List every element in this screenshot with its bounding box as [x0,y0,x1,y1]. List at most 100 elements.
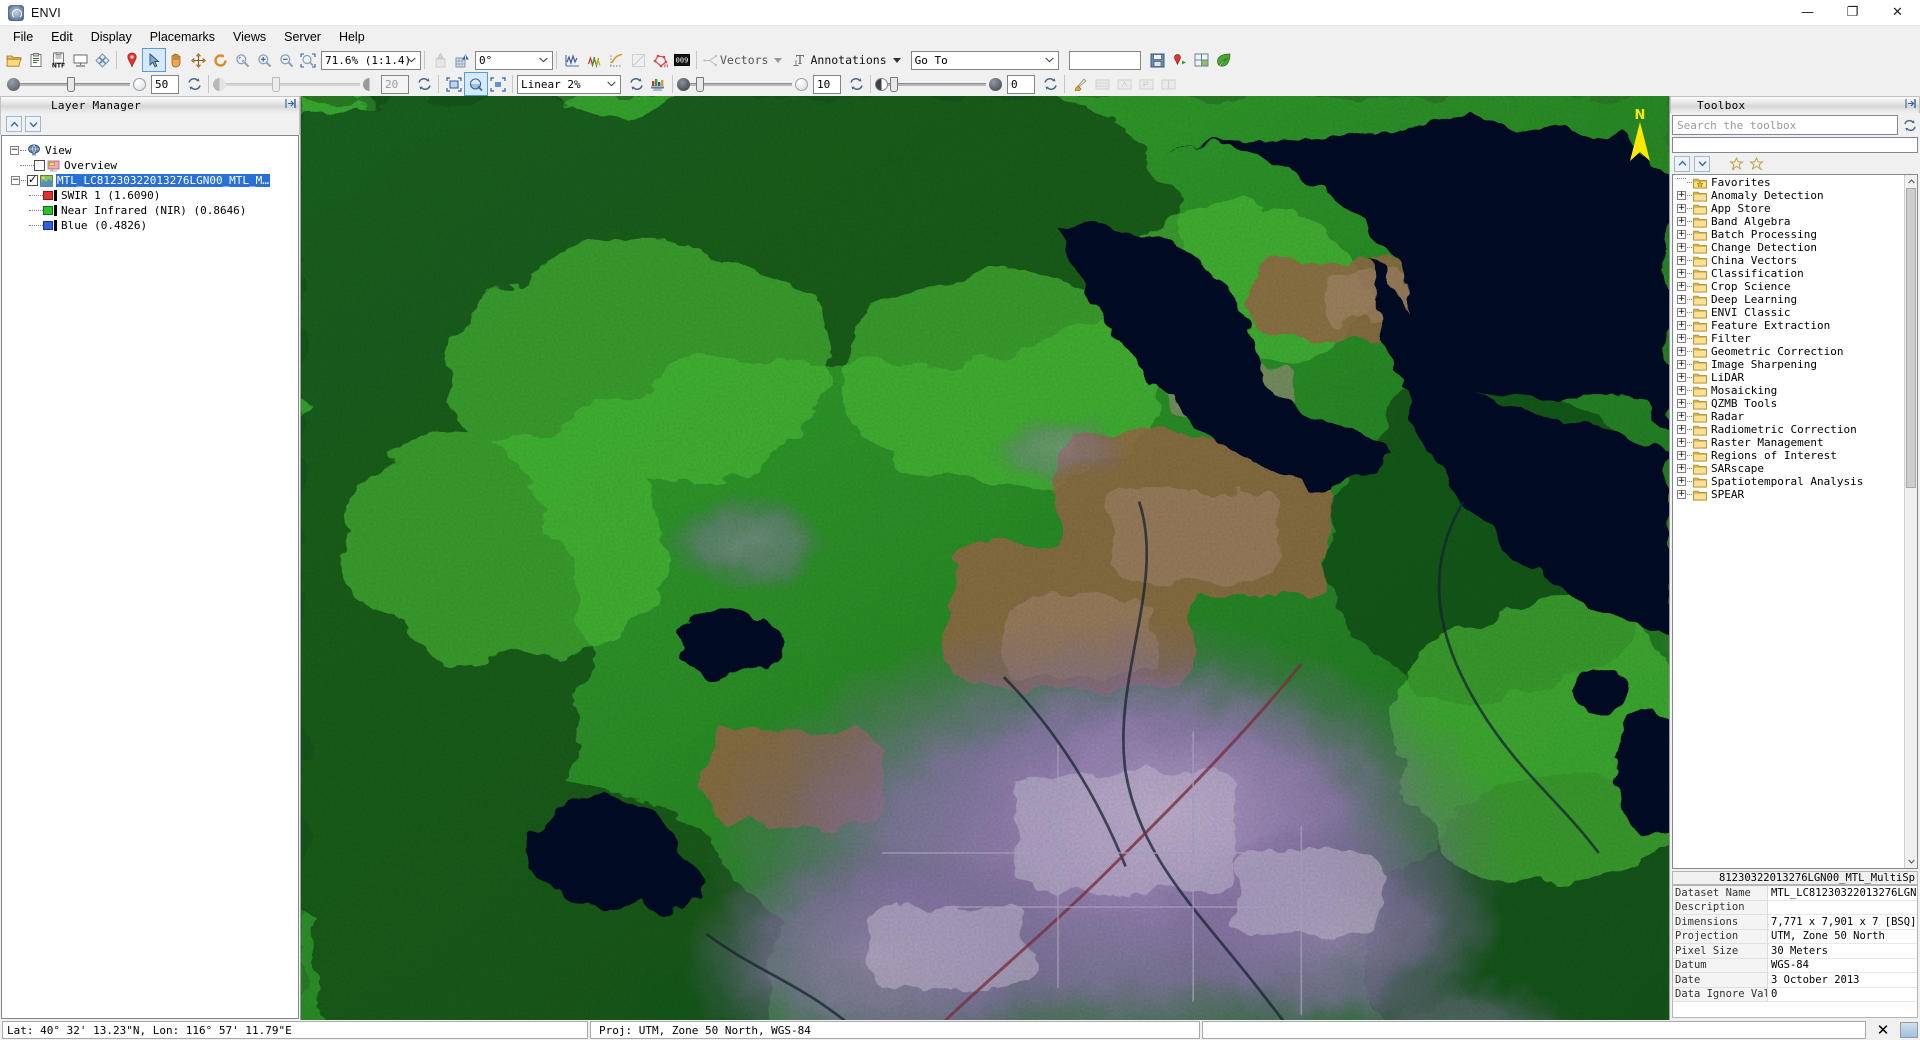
sharpen-value-field[interactable]: 0 [1007,74,1035,94]
menu-views[interactable]: Views [224,27,275,47]
contrast-thumb[interactable] [696,76,704,92]
roi-tool-icon[interactable]: roi [649,49,671,71]
toolbox-item-qzmb-tools[interactable]: + QZMB Tools [1673,397,1904,410]
sharpen-slider[interactable] [875,76,1002,92]
expand-icon[interactable]: + [1677,347,1686,356]
toolbox-down-button[interactable] [1694,155,1710,172]
toolbox-item-raster-management[interactable]: + Raster Management [1673,436,1904,449]
toolbox-search-input[interactable]: Search the toolbox [1672,115,1898,135]
overview-checkbox[interactable] [34,160,45,171]
zoom-in-icon[interactable] [253,49,275,71]
expand-icon[interactable]: + [1677,295,1686,304]
marker-icon[interactable] [1169,49,1191,71]
expand-icon[interactable]: + [1677,464,1686,473]
status-close-icon[interactable]: ✕ [1868,1021,1898,1039]
zoom-level-combo[interactable]: 71.6% (1:1.4) [321,50,421,70]
move-layer-up-button[interactable] [6,116,22,132]
toolbox-item-spear[interactable]: + SPEAR [1673,488,1904,501]
reset-sharpen-icon[interactable] [1039,73,1061,95]
transparency-thumb[interactable] [67,76,75,92]
toolbox-item-geometric-correction[interactable]: + Geometric Correction [1673,345,1904,358]
portal-icon[interactable] [443,73,465,95]
scroll-up-arrow-icon[interactable] [1905,175,1917,188]
toolbox-item-lidar[interactable]: + LiDAR [1673,371,1904,384]
toolbox-collapse-icon[interactable] [1905,98,1916,112]
expand-icon[interactable]: + [1677,399,1686,408]
tree-node-band-blue[interactable]: Blue (0.4826) [2,219,298,232]
menu-placemarks[interactable]: Placemarks [141,27,224,47]
close-button[interactable]: ✕ [1875,0,1920,26]
rotate-icon[interactable] [209,49,231,71]
expand-icon[interactable]: + [1677,217,1686,226]
menu-help[interactable]: Help [330,27,374,47]
move-layer-down-button[interactable] [25,116,41,132]
select-arrow-icon[interactable] [142,48,166,72]
raster-expander-icon[interactable]: − [11,176,20,185]
contrast-slider[interactable] [677,76,808,92]
raster-checkbox[interactable] [27,173,38,186]
status-progress-icon[interactable] [1900,1022,1918,1038]
add-favorite-star-icon[interactable] [1728,156,1744,172]
contrast-value-field[interactable]: 10 [813,74,841,94]
tree-node-overview[interactable]: Overview [2,159,298,172]
toolbox-item-app-store[interactable]: + App Store [1673,202,1904,215]
expand-icon[interactable]: + [1677,321,1686,330]
brightness-slider[interactable] [213,76,376,92]
reset-transparency-icon[interactable] [183,73,205,95]
toolbox-item-deep-learning[interactable]: + Deep Learning [1673,293,1904,306]
toolbox-item-change-detection[interactable]: + Change Detection [1673,241,1904,254]
expand-icon[interactable]: + [1677,438,1686,447]
rotation-combo[interactable]: 0° [475,50,553,70]
image-view[interactable]: N [300,96,1670,1020]
zoom-out-icon[interactable] [275,49,297,71]
toolbox-item-batch-processing[interactable]: + Batch Processing [1673,228,1904,241]
north-up-icon[interactable] [429,49,451,71]
minimize-button[interactable]: — [1785,0,1830,26]
save-icon[interactable] [1147,49,1169,71]
transparency-value-field[interactable]: 50 [151,74,179,94]
toolbox-item-filter[interactable]: + Filter [1673,332,1904,345]
expand-icon[interactable]: + [1677,373,1686,382]
flicker-icon[interactable] [487,73,509,95]
tree-node-raster[interactable]: − MTL_LC81230322013276LGN00_MTL_MultiSpe… [2,173,298,187]
reset-contrast-icon[interactable] [845,73,867,95]
zoom-to-extent-icon[interactable] [297,49,319,71]
brightness-thumb[interactable] [272,76,280,92]
toolbox-item-classification[interactable]: + Classification [1673,267,1904,280]
toolbox-item-radar[interactable]: + Radar [1673,410,1904,423]
expand-icon[interactable]: + [1677,425,1686,434]
satellite-image-canvas[interactable] [301,96,1669,1020]
expand-icon[interactable]: + [1677,243,1686,252]
expand-icon[interactable]: + [1677,451,1686,460]
toolbox-up-button[interactable] [1674,155,1690,172]
annotations-menu[interactable]: T Annotations [790,53,902,67]
panel-collapse-icon[interactable] [285,98,296,112]
toolbox-item-feature-extraction[interactable]: + Feature Extraction [1673,319,1904,332]
zoom-fit-icon[interactable] [231,49,253,71]
brightness-value-field[interactable]: 20 [381,74,409,94]
refresh-toolbox-icon[interactable] [1900,117,1920,132]
stretch-type-combo[interactable]: Linear 2% [517,74,621,94]
transparency-slider[interactable] [7,76,146,92]
layer-tree[interactable]: − View Overview − ✓ MTL_LC81230322013276… [1,135,299,1019]
toolbox-item-spatiotemporal-analysis[interactable]: + Spatiotemporal Analysis [1673,475,1904,488]
reset-stretch-icon[interactable] [625,73,647,95]
toolbox-scrollbar[interactable] [1904,175,1917,868]
open-remote-icon[interactable] [25,49,47,71]
reset-brightness-icon[interactable] [413,73,435,95]
blend-icon[interactable] [464,72,488,96]
go-to-combo[interactable]: Go To [910,50,1059,70]
toolbox-item-image-sharpening[interactable]: + Image Sharpening [1673,358,1904,371]
expand-icon[interactable]: + [1677,490,1686,499]
image-a-icon[interactable] [1113,73,1135,95]
data-values-icon[interactable]: 009 [671,49,693,71]
toolbox-item-sarscape[interactable]: + SARscape [1673,462,1904,475]
maximize-button[interactable]: ❐ [1830,0,1875,26]
multi-spectral-profile-icon[interactable] [583,49,605,71]
brush-icon[interactable] [1069,73,1091,95]
tree-node-view[interactable]: − View [2,144,298,157]
expand-icon[interactable]: + [1677,386,1686,395]
rotate-north-icon[interactable] [451,49,473,71]
placemark-pin-icon[interactable] [121,49,143,71]
histogram-stretch-icon[interactable] [647,73,669,95]
